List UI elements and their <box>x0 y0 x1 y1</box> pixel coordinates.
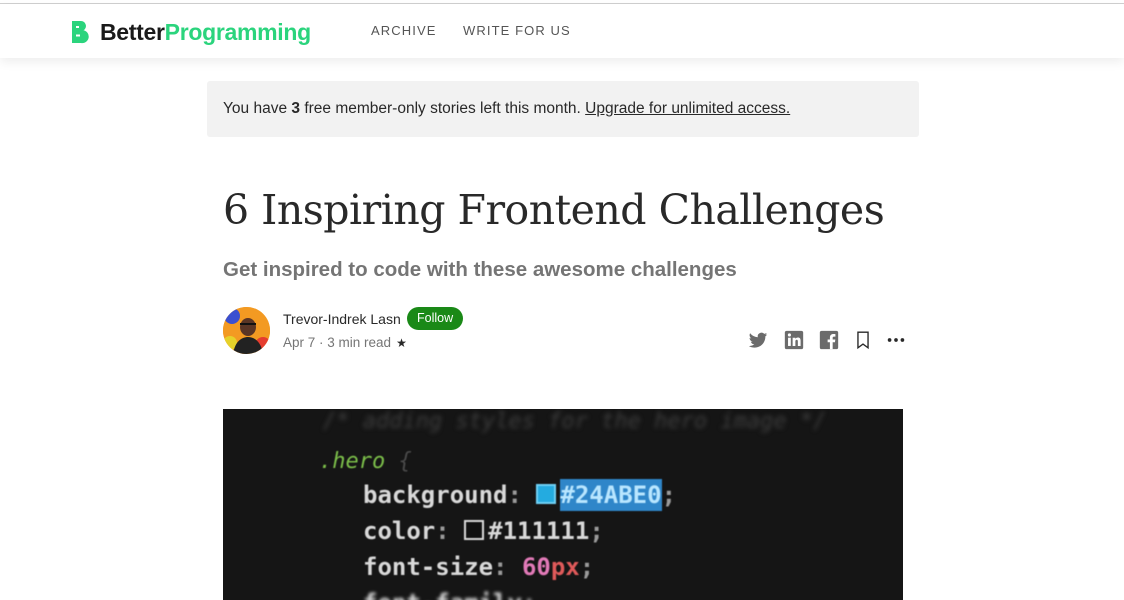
code-number: 60 <box>521 553 551 581</box>
code-line-color: color: #111111; <box>363 517 604 545</box>
code-value-highlighted: #24ABE0 <box>560 479 662 511</box>
author-avatar[interactable] <box>223 307 270 354</box>
banner-story-count: 3 <box>291 100 301 117</box>
article-subtitle: Get inspired to code with these awesome … <box>223 258 737 281</box>
linkedin-icon[interactable] <box>783 329 805 351</box>
code-prop: font-size <box>363 553 494 581</box>
banner-text-middle: free member-only stories left this month… <box>300 100 586 117</box>
twitter-icon[interactable] <box>747 329 769 351</box>
article-meta: Apr 7 · 3 min read ★ <box>283 335 407 350</box>
bookmark-icon[interactable] <box>852 329 874 351</box>
code-unit: px <box>550 553 580 581</box>
color-swatch-icon <box>536 484 557 504</box>
code-line-font-family: font-family: ... <box>363 589 594 600</box>
logo-text-programming: Programming <box>164 18 312 45</box>
better-programming-logo-icon <box>72 21 89 44</box>
author-avatar-image <box>223 307 270 354</box>
code-selector: .hero { <box>319 449 412 474</box>
read-time: 3 min read <box>327 335 392 350</box>
code-selector-name: .hero <box>319 449 386 474</box>
color-swatch-icon <box>464 520 485 540</box>
code-value: ... <box>551 589 594 600</box>
code-prop: font-family <box>363 589 522 600</box>
more-icon[interactable] <box>885 329 907 351</box>
code-open-brace: { <box>385 449 412 474</box>
code-value: #111111 <box>488 517 590 545</box>
hero-image: /* adding styles for the hero image */ .… <box>223 409 903 600</box>
upgrade-link[interactable]: Upgrade for unlimited access. <box>585 100 790 117</box>
code-line-background: background: #24ABE0; <box>363 479 677 511</box>
logo[interactable]: BetterProgramming <box>70 18 311 46</box>
nav-write-for-us-link[interactable]: WRITE FOR US <box>463 23 571 38</box>
code-prop: background <box>363 481 508 509</box>
facebook-icon[interactable] <box>818 329 840 351</box>
banner-text-prefix: You have <box>223 100 292 117</box>
code-line-font-size: font-size: 60px; <box>363 553 595 581</box>
nav-archive-link[interactable]: ARCHIVE <box>371 23 437 38</box>
site-header: BetterProgramming ARCHIVE WRITE FOR US <box>0 4 1124 58</box>
article-title: 6 Inspiring Frontend Challenges <box>223 186 885 234</box>
logo-text-better: Better <box>100 18 165 45</box>
logo-text: BetterProgramming <box>100 19 311 46</box>
author-name[interactable]: Trevor-Indrek Lasn <box>283 311 401 327</box>
publish-date: Apr 7 <box>283 335 316 350</box>
member-limit-banner: You have 3 free member-only stories left… <box>207 81 919 137</box>
member-star-icon: ★ <box>396 336 407 350</box>
meta-separator: · <box>315 335 328 350</box>
follow-button[interactable]: Follow <box>407 307 464 330</box>
code-comment: /* adding styles for the hero image */ <box>323 409 827 434</box>
code-prop: color <box>363 517 436 545</box>
